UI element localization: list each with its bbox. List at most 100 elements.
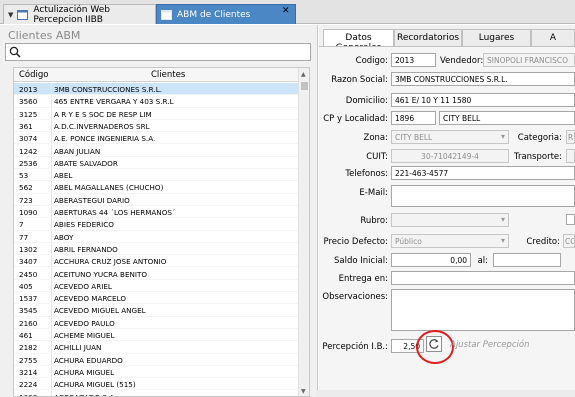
client-name-cell: ACEITUNO YUCRA BENITO bbox=[54, 269, 148, 279]
vendedor-label: Vendedor: bbox=[440, 56, 484, 66]
precio-defecto-select[interactable]: Público bbox=[391, 234, 509, 248]
tab-datos-generales[interactable]: Datos Generales bbox=[323, 29, 394, 53]
tab-abm-clientes[interactable]: ABM de Clientes bbox=[156, 4, 296, 24]
client-code-cell: 3545 bbox=[14, 304, 52, 316]
telefonos-label: Telefonos: bbox=[345, 169, 388, 179]
table-row[interactable]: 3125 A R Y E S SOC DE RESP LIM bbox=[14, 107, 300, 120]
table-row[interactable]: 2536 ABATE SALVADOR bbox=[14, 156, 300, 170]
table-row[interactable]: 723 ABERASTEGUI DARIO bbox=[14, 193, 300, 206]
red-annotation-circle bbox=[416, 330, 454, 364]
table-row[interactable]: 2224 ACHURA MIGUEL (515) bbox=[14, 378, 300, 391]
table-row[interactable]: 562 ABEL MAGALLANES (CHUCHO) bbox=[14, 181, 300, 194]
razon-social-field[interactable]: 3MB CONSTRUCCIONES S.R.L. bbox=[391, 72, 575, 86]
codigo-label: Codigo: bbox=[355, 56, 388, 66]
client-code-cell: 53 bbox=[14, 169, 52, 181]
client-code-cell: 2450 bbox=[14, 267, 52, 279]
panel-title: Clientes ABM bbox=[8, 29, 81, 42]
table-row[interactable]: 7 ABIES FEDERICO bbox=[14, 218, 300, 231]
column-header-clientes[interactable]: Clientes bbox=[151, 70, 185, 80]
table-row[interactable]: 361 A.D.C.INVERNADEROS SRL bbox=[14, 119, 300, 133]
client-code-cell: 3560 bbox=[14, 95, 52, 107]
client-code-cell: 1088 bbox=[14, 390, 52, 396]
credito-select[interactable]: CO bbox=[563, 234, 575, 248]
rubro-label: Rubro: bbox=[360, 216, 388, 226]
client-code-cell: 2224 bbox=[14, 378, 52, 390]
zona-select[interactable]: CITY BELL bbox=[391, 130, 509, 144]
table-row[interactable]: 1302 ABRIL FERNANDO bbox=[14, 242, 300, 256]
localidad-field[interactable]: CITY BELL bbox=[439, 111, 575, 125]
table-row[interactable]: 3560 465 ENTRE VERGARA Y 403 S.R.L bbox=[14, 95, 300, 108]
client-name-cell: ABERTURAS 44 ´LOS HERMANOS´ bbox=[54, 208, 176, 217]
scroll-down-icon[interactable]: ▼ bbox=[301, 388, 306, 395]
form-icon bbox=[161, 9, 172, 20]
tab-lugares[interactable]: Lugares bbox=[462, 29, 531, 46]
client-code-cell: 3407 bbox=[14, 255, 52, 267]
table-row[interactable]: 1537 ACEVEDO MARCELO bbox=[14, 292, 300, 305]
tab-more[interactable]: A bbox=[531, 29, 575, 46]
table-row[interactable]: 1090 ABERTURAS 44 ´LOS HERMANOS´ bbox=[14, 206, 300, 219]
tab-label: Actulización Web Percepcion IIBB bbox=[33, 4, 110, 25]
close-tab-icon[interactable]: ✕ bbox=[282, 6, 290, 16]
client-name-cell: ABEL bbox=[54, 171, 73, 181]
clientes-panel: Clientes ABM Código Clientes 2013 3MB CON… bbox=[0, 25, 318, 397]
saldo-inicial-field[interactable]: 0,00 bbox=[391, 253, 471, 267]
client-code-cell: 2013 bbox=[14, 83, 52, 95]
vendedor-field[interactable]: SINOPOLI FRANCISCO bbox=[483, 53, 575, 67]
scroll-up-icon[interactable]: ▲ bbox=[301, 71, 306, 78]
entrega-en-field[interactable] bbox=[391, 271, 575, 285]
telefonos-field[interactable]: 221-463-4577 bbox=[391, 166, 575, 180]
saldo-inicial-label: Saldo Inicial: bbox=[334, 256, 388, 266]
categoria-select[interactable]: R bbox=[566, 130, 575, 144]
table-row[interactable]: 2450 ACEITUNO YUCRA BENITO bbox=[14, 267, 300, 280]
client-name-cell: ACEVEDO MIGUEL ANGEL bbox=[54, 306, 146, 316]
percepcion-ib-label: Percepción I.B.: bbox=[322, 342, 388, 352]
form-icon bbox=[17, 9, 29, 20]
table-row[interactable]: 461 ACHEME MIGUEL bbox=[14, 329, 300, 342]
table-row[interactable]: 53 ABEL bbox=[14, 169, 300, 182]
table-row[interactable]: 405 ACEVEDO ARIEL bbox=[14, 279, 300, 293]
observaciones-label: Observaciones: bbox=[322, 292, 388, 302]
transporte-select[interactable] bbox=[566, 149, 575, 163]
table-row[interactable]: 2755 ACHURA EDUARDO bbox=[14, 353, 300, 366]
razon-social-label: Razon Social: bbox=[331, 75, 388, 85]
table-row[interactable]: 2013 3MB CONSTRUCCIONES S.R.L. bbox=[14, 83, 300, 96]
observaciones-field[interactable] bbox=[391, 289, 575, 331]
table-row[interactable]: 1242 ABAN JULIAN bbox=[14, 144, 300, 157]
table-row[interactable]: 77 ABOY bbox=[14, 230, 300, 243]
table-row[interactable]: 3407 ACCHURA CRUZ JOSE ANTONIO bbox=[14, 255, 300, 268]
domicilio-field[interactable]: 461 E/ 10 Y 11 1580 bbox=[391, 93, 575, 107]
table-row[interactable]: 3545 ACEVEDO MIGUEL ANGEL bbox=[14, 304, 300, 317]
client-code-cell: 2755 bbox=[14, 353, 52, 365]
chevron-down-icon[interactable]: ▼ bbox=[8, 11, 13, 19]
search-input[interactable] bbox=[5, 43, 311, 61]
rubro-select[interactable] bbox=[391, 213, 509, 227]
horizontal-scrollbar[interactable] bbox=[316, 390, 575, 397]
client-code-cell: 7 bbox=[14, 218, 52, 230]
table-row[interactable]: 3214 ACHURA MIGUEL bbox=[14, 365, 300, 379]
al-date-field[interactable] bbox=[493, 253, 561, 267]
table-row[interactable]: 1088 ACORAZADO S A bbox=[14, 390, 300, 396]
table-row[interactable]: 3074 A.E. PONCE INGENIERIA S.A. bbox=[14, 132, 300, 145]
scroll-thumb[interactable] bbox=[301, 82, 308, 90]
client-name-cell: ACHURA MIGUEL (515) bbox=[54, 380, 136, 390]
vertical-scrollbar[interactable]: ▲ ▼ bbox=[298, 68, 309, 396]
client-code-cell: 2160 bbox=[14, 316, 52, 328]
cp-field[interactable]: 1896 bbox=[391, 111, 436, 125]
codigo-field[interactable]: 2013 bbox=[391, 53, 436, 67]
table-row[interactable]: 2182 ACHILLI JUAN bbox=[14, 341, 300, 354]
credito-label: Credito: bbox=[526, 237, 560, 247]
tab-percepcion-iibb[interactable]: ▼ Actulización Web Percepcion IIBB bbox=[3, 4, 156, 25]
client-code-cell: 1537 bbox=[14, 292, 52, 304]
email-field[interactable] bbox=[391, 185, 575, 207]
client-name-cell: ABOY bbox=[54, 232, 74, 242]
client-name-cell: ACHILLI JUAN bbox=[54, 343, 102, 353]
table-row[interactable]: 2160 ACEVEDO PAULO bbox=[14, 316, 300, 329]
cuit-field[interactable]: 30-71042149-4 bbox=[391, 149, 509, 163]
column-header-codigo[interactable]: Código bbox=[19, 70, 49, 80]
client-code-cell: 3125 bbox=[14, 107, 52, 119]
tab-recordatorios[interactable]: Recordatorios bbox=[394, 29, 462, 46]
ajustar-percepcion-link[interactable]: Ajustar Percepción bbox=[450, 340, 530, 350]
client-code-cell: 77 bbox=[14, 230, 52, 242]
tab-label: ABM de Clientes bbox=[177, 9, 251, 20]
checkbox[interactable] bbox=[566, 214, 575, 225]
